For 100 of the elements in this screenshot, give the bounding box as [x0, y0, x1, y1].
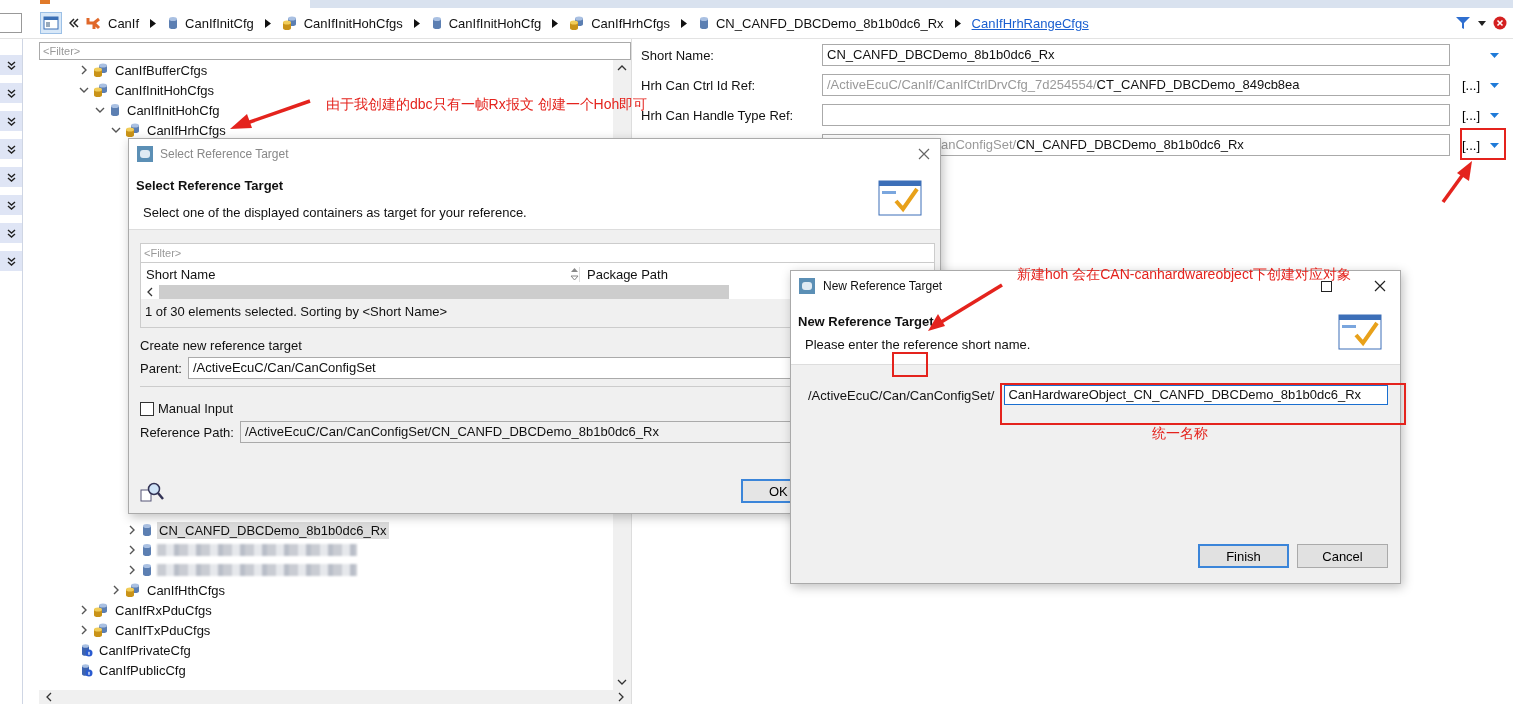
scroll-up-icon[interactable]: [617, 64, 627, 71]
tree-item[interactable]: CanIfHrhCfgs: [145, 121, 228, 139]
section-label: Create new reference target: [140, 338, 302, 353]
separator-arrow-icon: [264, 18, 271, 28]
status-text: 1 of 30 elements selected. Sorting by <Short Name>: [144, 303, 449, 321]
parameter-icon: [79, 663, 93, 677]
cylinders-icon: [125, 122, 141, 138]
separator-arrow-icon: [954, 18, 961, 28]
scroll-left-icon[interactable]: [146, 287, 153, 297]
checkbox[interactable]: [140, 401, 154, 416]
double-chevron-icon[interactable]: [6, 200, 16, 210]
separator-arrow-icon: [552, 18, 559, 28]
horizontal-scrollbar[interactable]: [39, 690, 631, 704]
separator-arrow-icon: [413, 18, 420, 28]
wizard-icon: [1338, 312, 1384, 353]
text-field[interactable]: [822, 104, 1450, 126]
field-label: Parent:: [140, 360, 182, 376]
cylinder-icon: [167, 16, 180, 30]
tree-item[interactable]: CanIfPrivateCfg: [97, 641, 193, 659]
wizard-icon: [878, 179, 924, 219]
search-icon[interactable]: [140, 481, 164, 503]
tree-item[interactable]: CanIfRxPduCfgs: [113, 601, 214, 619]
separator-arrow-icon: [150, 18, 157, 28]
dialog-title: New Reference Target: [823, 279, 943, 293]
column-header[interactable]: Package Path: [579, 266, 668, 282]
browse-button[interactable]: [...]: [1460, 137, 1482, 153]
breadcrumb-item[interactable]: CN_CANFD_DBCDemo_8b1b0dc6_Rx: [716, 15, 944, 31]
dialog-title: Select Reference Target: [160, 147, 289, 161]
cancel-button[interactable]: Cancel: [1297, 544, 1388, 568]
breadcrumb-item[interactable]: CanIf: [108, 15, 140, 31]
tree-item[interactable]: CanIfBufferCfgs: [113, 61, 210, 79]
cylinders-icon: [93, 622, 109, 638]
tree-item[interactable]: CN_CANFD_DBCDemo_8b1b0dc6_Rx: [157, 521, 389, 539]
field-label: Reference Path:: [140, 424, 234, 440]
double-chevron-icon[interactable]: [6, 116, 16, 126]
name-field[interactable]: CanHardwareObject_CN_CANFD_DBCDemo_8b1b0dc6_Rx: [1004, 385, 1388, 405]
tree-item[interactable]: CanIfInitHohCfg: [125, 101, 222, 119]
cylinder-icon: [430, 16, 443, 30]
tree-item[interactable]: CanIfHthCfgs: [145, 581, 228, 599]
separator-arrow-icon: [681, 18, 687, 28]
maximize-icon[interactable]: [1321, 280, 1332, 292]
app-icon: [137, 146, 153, 162]
text-field[interactable]: /ActiveEcuC/CanIf/CanIfCtrlDrvCfg_7d254554/CT_CANFD_DBCDemo_849cb8ea: [822, 74, 1450, 96]
cylinder-icon: [698, 16, 710, 30]
cylinders-icon: [281, 15, 298, 31]
cylinder-icon: [141, 563, 153, 577]
cylinders-icon: [93, 82, 109, 98]
annotation-arrow: [1441, 161, 1472, 204]
breadcrumb-item[interactable]: CanIfInitHohCfgs: [303, 15, 403, 31]
dialog-description: Select one of the displayed containers as target for your reference.: [142, 205, 528, 220]
parameter-icon: [79, 643, 93, 657]
double-chevron-icon[interactable]: [6, 228, 16, 238]
scroll-left-icon[interactable]: [45, 692, 52, 702]
finish-button[interactable]: Finish: [1198, 544, 1289, 568]
tree-item[interactable]: CanIfTxPduCfgs: [113, 621, 213, 639]
annotation-text: 统一名称: [1152, 425, 1208, 443]
tree-item[interactable]: CanIfInitHohCfgs: [113, 81, 216, 99]
close-icon[interactable]: [1374, 280, 1386, 292]
field-label: Short Name:: [641, 47, 714, 63]
app-icon: [799, 278, 815, 294]
text-field[interactable]: CN_CANFD_DBCDemo_8b1b0dc6_Rx: [822, 44, 1450, 66]
browse-button[interactable]: [...]: [1460, 107, 1482, 123]
breadcrumb-item[interactable]: CanIfHrhCfgs: [591, 15, 670, 31]
checkbox-label[interactable]: Manual Input: [158, 401, 234, 416]
input-field[interactable]: [0, 13, 22, 33]
double-chevron-icon[interactable]: [6, 88, 16, 98]
browse-button[interactable]: [...]: [1460, 77, 1482, 93]
double-chevron-icon[interactable]: [6, 256, 16, 266]
double-chevron-icon[interactable]: [6, 144, 16, 154]
cylinders-icon: [569, 15, 586, 31]
module-icon: [86, 16, 102, 30]
highlight-frame: [892, 352, 928, 377]
cylinder-icon: [109, 103, 121, 117]
field-label: Hrh Can Ctrl Id Ref:: [641, 77, 756, 93]
sort-icon[interactable]: [570, 267, 579, 281]
dropdown-arrow-icon[interactable]: [1478, 20, 1486, 26]
view-toggle-icon[interactable]: [40, 12, 62, 34]
double-chevron-icon[interactable]: [69, 18, 79, 28]
breadcrumb-item[interactable]: CanIfInitCfg: [185, 15, 254, 31]
double-chevron-icon[interactable]: [6, 60, 16, 70]
column-header[interactable]: Short Name: [141, 266, 570, 282]
highlight-frame: [1460, 128, 1506, 160]
double-chevron-icon[interactable]: [6, 172, 16, 182]
breadcrumb-link[interactable]: CanIfHrhRangeCfgs: [971, 15, 1089, 31]
annotation-text: 新建hoh 会在CAN-canhardwareobject下创建对应对象: [1017, 266, 1351, 284]
filter-field[interactable]: <Filter>: [39, 42, 631, 60]
scroll-right-icon[interactable]: [618, 692, 625, 702]
cylinders-icon: [125, 582, 141, 598]
filter-field[interactable]: <Filter>: [141, 244, 934, 263]
path-label: /ActiveEcuC/Can/CanConfigSet/: [808, 387, 995, 403]
cylinder-icon: [141, 523, 153, 537]
tree-item[interactable]: CanIfPublicCfg: [97, 661, 188, 679]
scroll-down-icon[interactable]: [617, 679, 627, 686]
cylinders-icon: [93, 602, 109, 618]
filter-icon[interactable]: [1455, 16, 1471, 30]
cylinder-icon: [141, 543, 153, 557]
dialog-description: Please enter the reference short name.: [804, 336, 1032, 352]
dialog-heading: Select Reference Target: [136, 178, 285, 193]
breadcrumb-item[interactable]: CanIfInitHohCfg: [448, 15, 542, 31]
dialog-heading: New Reference Target: [798, 313, 935, 329]
